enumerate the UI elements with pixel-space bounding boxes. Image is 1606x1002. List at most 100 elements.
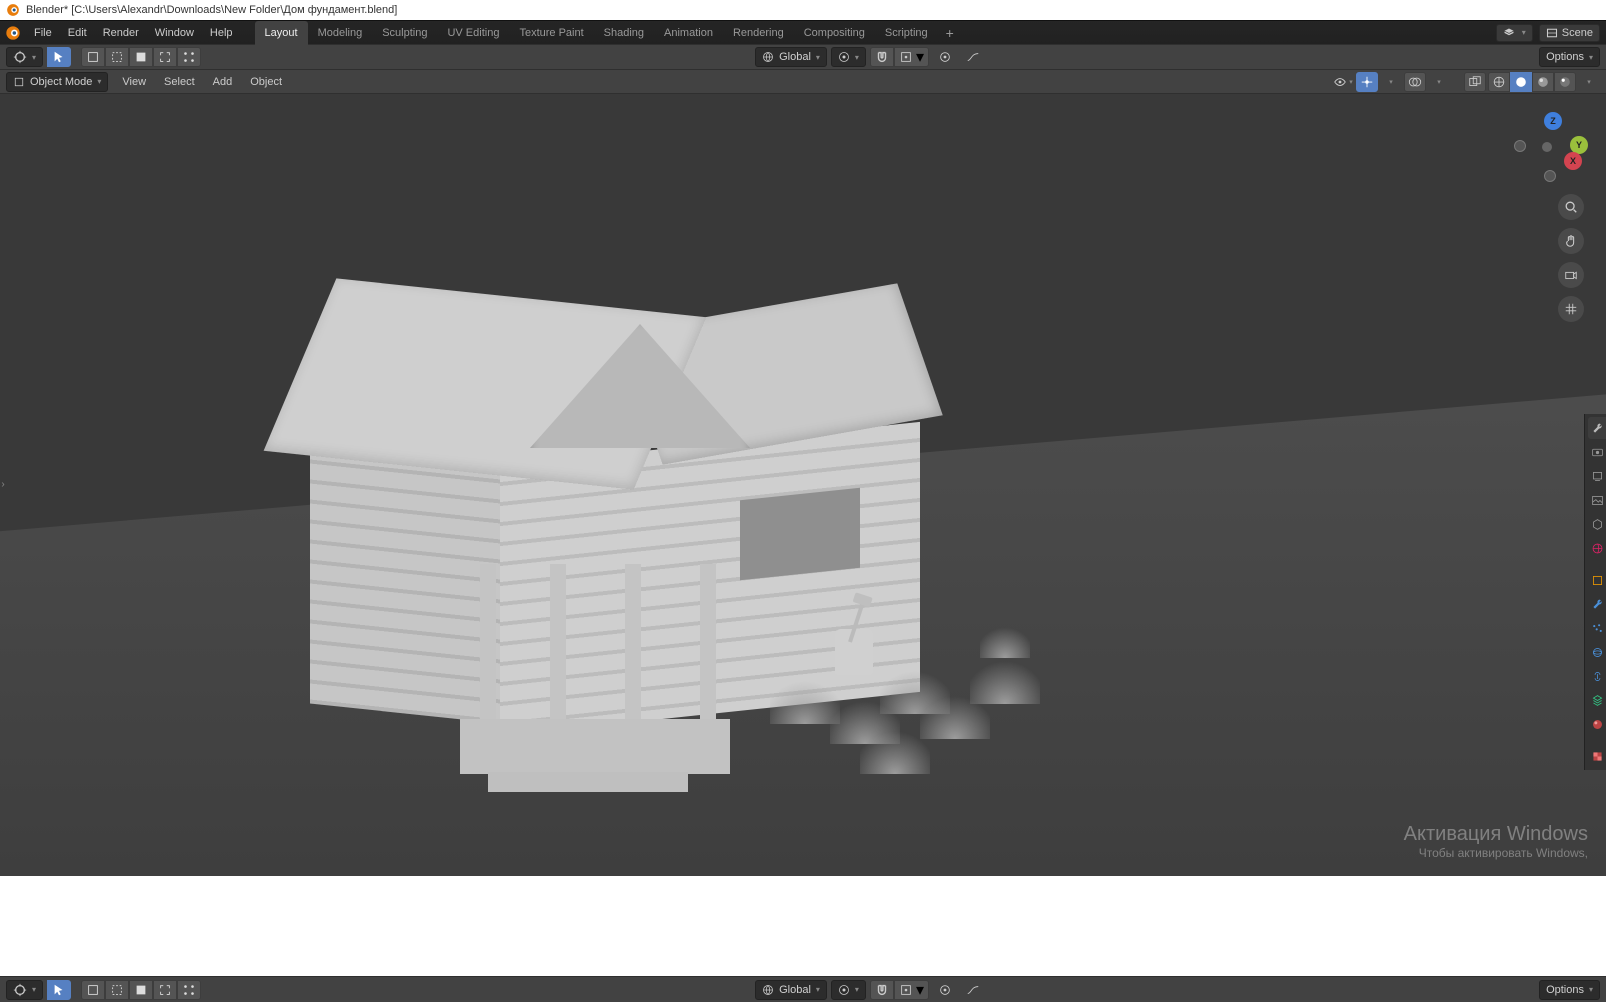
transform-tools xyxy=(81,47,201,67)
mesh-data-icon xyxy=(1591,694,1604,707)
snap-type[interactable]: ▾ xyxy=(894,47,929,67)
curve-proportional[interactable] xyxy=(961,47,985,67)
xray-toggle[interactable] xyxy=(1464,72,1486,92)
axis-neg-y[interactable] xyxy=(1514,140,1526,152)
tab-modeling[interactable]: Modeling xyxy=(308,21,373,45)
shading-material[interactable] xyxy=(1532,72,1554,92)
camera-button[interactable] xyxy=(1558,262,1584,288)
mode-dropdown[interactable]: Object Mode ▾ xyxy=(6,72,108,92)
menu-render[interactable]: Render xyxy=(95,21,147,45)
tab-physics[interactable] xyxy=(1588,641,1606,663)
properties-tabs xyxy=(1584,414,1606,770)
magnet-icon xyxy=(875,983,889,997)
tab-data[interactable] xyxy=(1588,689,1606,711)
axis-neg-z[interactable] xyxy=(1544,170,1556,182)
menu-edit[interactable]: Edit xyxy=(60,21,95,45)
tab-uv-editing[interactable]: UV Editing xyxy=(437,21,509,45)
scene-layers-button[interactable]: ▾ xyxy=(1496,24,1533,42)
t-proportional[interactable] xyxy=(933,980,957,1000)
3d-viewport[interactable]: › ‹ Z Y X xyxy=(0,94,1606,876)
tab-constraint[interactable] xyxy=(1588,665,1606,687)
sidebar-toggle-left[interactable]: › xyxy=(0,469,6,499)
timeline-options[interactable]: Options ▾ xyxy=(1539,980,1600,1000)
snap-toggle[interactable] xyxy=(870,47,894,67)
gizmo-dropdown[interactable]: ▾ xyxy=(1380,72,1402,92)
t-tool-c[interactable] xyxy=(129,980,153,1000)
t-snap-type[interactable]: ▾ xyxy=(894,980,929,1000)
timeline-select-tool[interactable] xyxy=(47,980,71,1000)
app-menu-button[interactable] xyxy=(0,21,26,45)
t-curve[interactable] xyxy=(961,980,985,1000)
menu-help[interactable]: Help xyxy=(202,21,241,45)
tab-texture-paint[interactable]: Texture Paint xyxy=(509,21,593,45)
tab-layout[interactable]: Layout xyxy=(255,21,308,45)
zoom-button[interactable] xyxy=(1558,194,1584,220)
watermark-line1: Активация Windows xyxy=(1404,823,1588,846)
tab-output[interactable] xyxy=(1588,465,1606,487)
pan-button[interactable] xyxy=(1558,228,1584,254)
tab-sculpting[interactable]: Sculpting xyxy=(372,21,437,45)
menu-view[interactable]: View xyxy=(114,76,154,88)
timeline-editor-type[interactable]: ▾ xyxy=(6,980,43,1000)
tab-animation[interactable]: Animation xyxy=(654,21,723,45)
t-tool-d[interactable] xyxy=(153,980,177,1000)
perspective-button[interactable] xyxy=(1558,296,1584,322)
t-snap-toggle[interactable] xyxy=(870,980,894,1000)
grass-tuft xyxy=(980,622,1030,658)
tab-material[interactable] xyxy=(1588,713,1606,735)
t-tool-b[interactable] xyxy=(105,980,129,1000)
gizmo-toggle[interactable] xyxy=(1356,72,1378,92)
mesh-grass-group[interactable] xyxy=(770,614,1050,764)
t-tool-e[interactable] xyxy=(177,980,201,1000)
grass-tuft xyxy=(970,654,1040,704)
solid-icon xyxy=(1514,75,1528,89)
shading-dropdown[interactable]: ▾ xyxy=(1578,72,1600,92)
menu-add[interactable]: Add xyxy=(205,76,241,88)
camera-icon xyxy=(1564,268,1578,282)
tab-particles[interactable] xyxy=(1588,617,1606,639)
tool-c[interactable] xyxy=(129,47,153,67)
tool-e[interactable] xyxy=(177,47,201,67)
tool-b[interactable] xyxy=(105,47,129,67)
proportional-edit[interactable] xyxy=(933,47,957,67)
tab-modifier[interactable] xyxy=(1588,593,1606,615)
overlays-toggle[interactable] xyxy=(1404,72,1426,92)
overlays-dropdown[interactable]: ▾ xyxy=(1428,72,1450,92)
tab-tool[interactable] xyxy=(1588,417,1606,439)
shading-solid[interactable] xyxy=(1510,72,1532,92)
tab-rendering[interactable]: Rendering xyxy=(723,21,794,45)
tab-render[interactable] xyxy=(1588,441,1606,463)
navigation-gizmo[interactable]: Z Y X xyxy=(1512,112,1582,182)
menu-file[interactable]: File xyxy=(26,21,60,45)
shading-modes xyxy=(1488,72,1576,92)
scene-selector[interactable]: Scene xyxy=(1539,24,1600,42)
tab-scripting[interactable]: Scripting xyxy=(875,21,938,45)
tab-object[interactable] xyxy=(1588,569,1606,591)
axis-x[interactable]: X xyxy=(1564,152,1582,170)
tool-a[interactable] xyxy=(81,47,105,67)
tool-d[interactable] xyxy=(153,47,177,67)
timeline-pivot[interactable]: ▾ xyxy=(831,980,866,1000)
shading-rendered[interactable] xyxy=(1554,72,1576,92)
menu-object[interactable]: Object xyxy=(242,76,290,88)
tab-viewlayer[interactable] xyxy=(1588,489,1606,511)
menu-window[interactable]: Window xyxy=(147,21,202,45)
select-box-tool[interactable] xyxy=(47,47,71,67)
tab-world[interactable] xyxy=(1588,537,1606,559)
shading-wireframe[interactable] xyxy=(1488,72,1510,92)
orientation-dropdown[interactable]: Global ▾ xyxy=(755,47,827,67)
tab-shading[interactable]: Shading xyxy=(594,21,654,45)
menu-select[interactable]: Select xyxy=(156,76,203,88)
tab-scene[interactable] xyxy=(1588,513,1606,535)
pivot-dropdown[interactable]: ▾ xyxy=(831,47,866,67)
editor-type-dropdown[interactable]: ▾ xyxy=(6,47,43,67)
tab-texture[interactable] xyxy=(1588,745,1606,767)
tab-compositing[interactable]: Compositing xyxy=(794,21,875,45)
axis-z[interactable]: Z xyxy=(1544,112,1562,130)
timeline-orientation[interactable]: Global ▾ xyxy=(755,980,827,1000)
t-tool-a[interactable] xyxy=(81,980,105,1000)
visibility-dropdown[interactable]: ▾ xyxy=(1332,72,1354,92)
tab-add[interactable]: + xyxy=(938,21,962,45)
options-dropdown[interactable]: Options ▾ xyxy=(1539,47,1600,67)
gizmo-center[interactable] xyxy=(1542,142,1552,152)
